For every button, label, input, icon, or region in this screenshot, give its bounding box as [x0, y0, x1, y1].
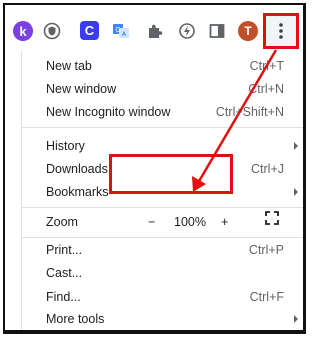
menu-item-more-tools[interactable]: More tools	[22, 308, 303, 330]
menu-item-print[interactable]: Print... Ctrl+P	[22, 239, 303, 261]
c-extension-icon[interactable]: C	[80, 21, 99, 40]
c-extension-glyph: C	[84, 23, 95, 38]
speed-icon[interactable]	[177, 21, 197, 41]
zoom-out-button[interactable]: −	[148, 215, 155, 229]
menu-item-new-tab[interactable]: New tab Ctrl+T	[22, 55, 303, 77]
browser-toolbar: k C G A T	[5, 5, 303, 51]
menu-item-cast[interactable]: Cast...	[22, 262, 303, 284]
shield-extension-icon[interactable]	[42, 21, 62, 41]
menu-item-label: Downloads	[46, 162, 108, 176]
menu-item-label: Find...	[46, 290, 81, 304]
zoom-in-button[interactable]: +	[221, 215, 228, 229]
fullscreen-icon[interactable]	[265, 211, 279, 225]
submenu-arrow-icon	[294, 315, 298, 323]
menu-item-label: New tab	[46, 59, 92, 73]
menu-item-new-incognito-window[interactable]: New Incognito window Ctrl+Shift+N	[22, 101, 303, 123]
svg-text:G: G	[115, 26, 120, 34]
avatar[interactable]: T	[238, 21, 258, 41]
k-extension-glyph: k	[19, 23, 27, 39]
menu-item-label: New Incognito window	[46, 105, 171, 119]
submenu-arrow-icon	[294, 188, 298, 196]
menu-separator	[22, 237, 303, 238]
zoom-highlight-box	[109, 154, 233, 194]
menu-item-shortcut: Ctrl+Shift+N	[215, 105, 284, 119]
menu-item-label: Cast...	[46, 266, 83, 280]
menu-item-find[interactable]: Find... Ctrl+F	[22, 286, 303, 308]
menu-item-label: History	[46, 139, 85, 153]
avatar-initial: T	[244, 24, 252, 38]
menu-item-label: Bookmarks	[46, 185, 109, 199]
submenu-arrow-icon	[294, 142, 298, 150]
menu-item-label: Print...	[46, 243, 83, 257]
menu-item-label: More tools	[46, 312, 105, 326]
menu-separator	[22, 127, 303, 128]
menu-item-label: New window	[46, 82, 117, 96]
chrome-menu-button[interactable]	[263, 13, 299, 49]
menu-item-shortcut: Ctrl+J	[251, 162, 284, 176]
translate-icon[interactable]: G A	[111, 21, 131, 41]
menu-item-shortcut: Ctrl+P	[248, 243, 284, 257]
menu-item-zoom: Zoom	[22, 211, 303, 233]
menu-separator	[22, 207, 303, 208]
menu-item-shortcut: Ctrl+T	[249, 59, 284, 73]
menu-item-shortcut: Ctrl+N	[248, 82, 284, 96]
puzzle-icon[interactable]	[145, 21, 165, 41]
screenshot-frame: k C G A T New tab Ctrl+T New window Ctrl…	[3, 3, 306, 334]
menu-item-new-window[interactable]: New window Ctrl+N	[22, 78, 303, 100]
vertical-ellipsis-icon	[279, 23, 283, 39]
k-extension-icon[interactable]: k	[13, 21, 33, 41]
zoom-level: 100%	[174, 215, 206, 229]
zoom-label: Zoom	[46, 215, 78, 229]
menu-item-shortcut: Ctrl+F	[249, 290, 284, 304]
side-panel-icon[interactable]	[207, 21, 227, 41]
